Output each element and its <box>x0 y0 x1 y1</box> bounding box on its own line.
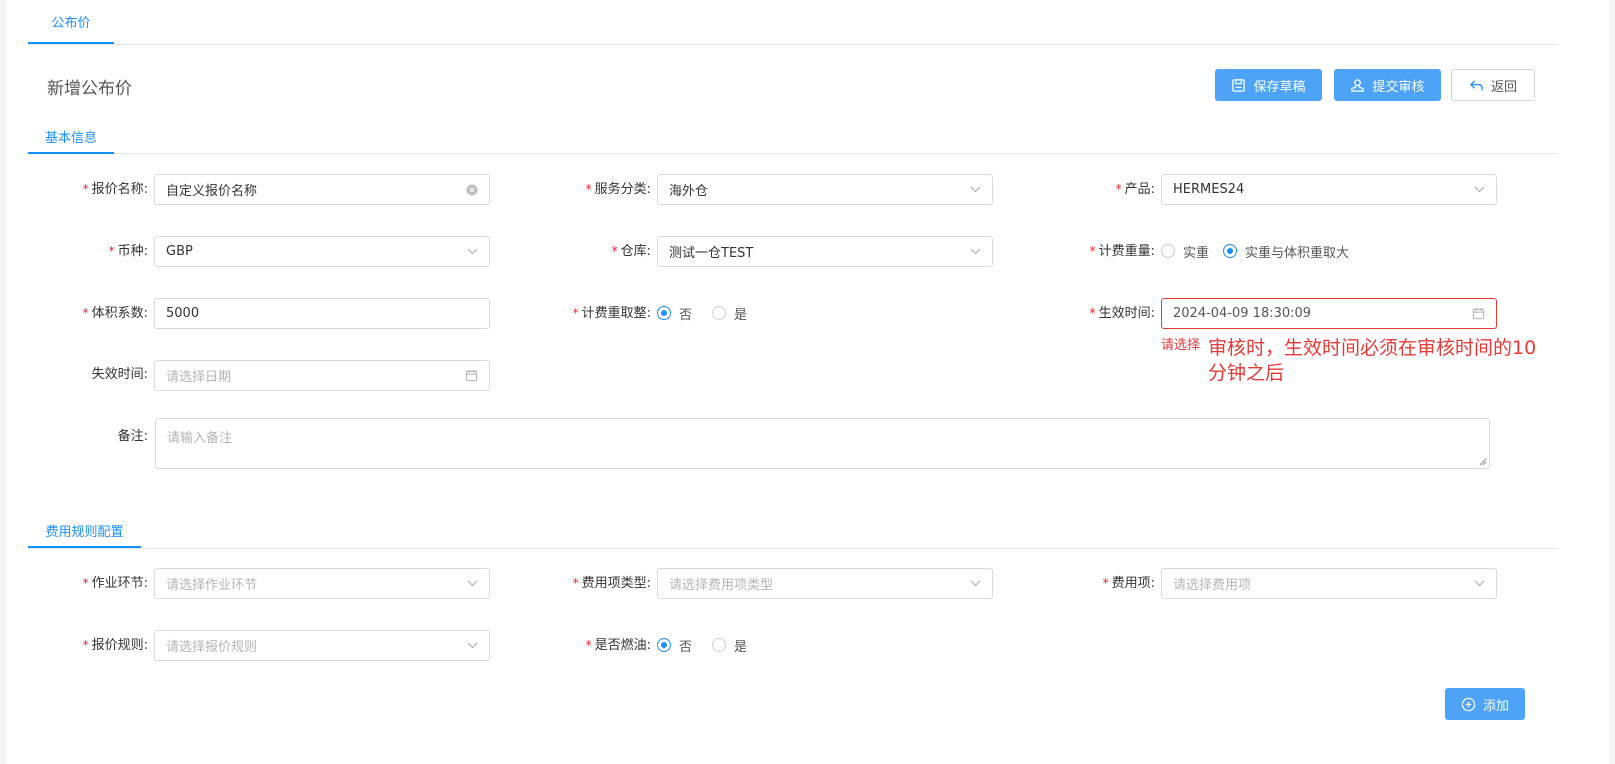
remark-textarea[interactable]: 请输入备注 <box>155 418 1490 469</box>
chevron-down-icon <box>970 580 981 587</box>
left-gutter <box>0 0 6 764</box>
radio-label: 实重 <box>1183 245 1210 261</box>
radio-label: 否 <box>679 639 693 655</box>
fee-item-placeholder: 请选择费用项 <box>1173 578 1252 593</box>
product-value: HERMES24 <box>1173 182 1245 197</box>
chevron-down-icon <box>970 186 981 193</box>
chevron-down-icon <box>467 580 478 587</box>
effective-time-picker[interactable]: 2024-04-09 18:30:09 <box>1161 298 1497 329</box>
service-category-value: 海外仓 <box>669 184 709 199</box>
section-divider <box>28 153 1558 154</box>
back-label: 返回 <box>1490 79 1517 95</box>
operation-step-label: * 作业环节: <box>82 576 148 591</box>
currency-label: * 币种: <box>108 244 148 259</box>
resize-handle-icon[interactable] <box>1479 458 1487 466</box>
submit-review-label: 提交审核 <box>1372 79 1425 95</box>
warehouse-select[interactable]: 测试一仓TEST <box>657 236 993 267</box>
product-label: * 产品: <box>1115 182 1155 197</box>
radio-label: 实重与体积重取大 <box>1245 245 1350 261</box>
tab-publish-price[interactable]: 公布价 <box>28 0 114 44</box>
billing-weight-option-max[interactable]: 实重与体积重取大 <box>1223 242 1349 261</box>
fee-item-select[interactable]: 请选择费用项 <box>1161 568 1497 599</box>
calendar-icon <box>465 369 478 382</box>
product-select[interactable]: HERMES24 <box>1161 174 1497 205</box>
page-title: 新增公布价 <box>47 79 132 99</box>
chevron-down-icon <box>467 642 478 649</box>
billing-weight-radio-group: 实重 实重与体积重取大 <box>1161 236 1349 266</box>
clear-icon[interactable] <box>466 184 478 196</box>
submit-review-button[interactable]: 提交审核 <box>1334 69 1441 101</box>
quote-rule-label: * 报价规则: <box>82 638 148 653</box>
plus-circle-icon <box>1461 697 1476 711</box>
right-gutter <box>1609 0 1615 764</box>
currency-value: GBP <box>166 244 193 259</box>
fuel-option-yes[interactable]: 是 <box>712 636 747 655</box>
radio-circle[interactable] <box>657 638 671 652</box>
expire-time-placeholder: 请选择日期 <box>166 370 232 385</box>
effective-time-error: 请选择 <box>1161 338 1201 353</box>
radio-label: 是 <box>734 307 748 323</box>
warehouse-value: 测试一仓TEST <box>669 246 754 261</box>
service-category-label: * 服务分类: <box>585 182 651 197</box>
tab-bar <box>28 0 1558 45</box>
quote-name-value: 自定义报价名称 <box>166 184 258 199</box>
radio-label: 是 <box>734 639 748 655</box>
operation-step-placeholder: 请选择作业环节 <box>166 578 258 593</box>
radio-label: 否 <box>679 307 693 323</box>
quote-rule-placeholder: 请选择报价规则 <box>166 640 258 655</box>
chevron-down-icon <box>1474 580 1485 587</box>
operation-step-select[interactable]: 请选择作业环节 <box>154 568 490 599</box>
section-divider <box>28 548 1558 549</box>
fuel-radio-group: 否 是 <box>657 630 747 660</box>
fee-item-type-label: * 费用项类型: <box>572 576 651 591</box>
expire-time-picker[interactable]: 请选择日期 <box>154 360 490 391</box>
warehouse-label: * 仓库: <box>611 244 651 259</box>
quote-name-input[interactable]: 自定义报价名称 <box>154 174 490 205</box>
fee-item-type-select[interactable]: 请选择费用项类型 <box>657 568 993 599</box>
fuel-option-no[interactable]: 否 <box>657 636 692 655</box>
radio-circle[interactable] <box>1223 244 1238 258</box>
review-annotation: 审核时，生效时间必须在审核时间的10分钟之后 <box>1208 337 1537 384</box>
back-button[interactable]: 返回 <box>1451 69 1535 101</box>
radio-circle[interactable] <box>712 306 727 320</box>
save-icon <box>1232 78 1246 92</box>
add-label: 添加 <box>1482 698 1509 714</box>
return-icon <box>1469 79 1483 90</box>
billing-weight-label: * 计费重量: <box>1089 244 1155 259</box>
currency-select[interactable]: GBP <box>154 236 490 267</box>
stamp-icon <box>1351 78 1365 92</box>
round-weight-option-yes[interactable]: 是 <box>712 304 747 323</box>
expire-time-label: 失效时间: <box>91 367 148 382</box>
round-weight-option-no[interactable]: 否 <box>657 304 692 323</box>
volume-factor-input[interactable]: 5000 <box>154 298 490 329</box>
volume-factor-value: 5000 <box>166 306 200 321</box>
save-draft-button[interactable]: 保存草稿 <box>1215 69 1322 101</box>
radio-circle[interactable] <box>712 638 727 652</box>
calendar-icon <box>1472 307 1485 320</box>
radio-circle[interactable] <box>1161 244 1175 258</box>
service-category-select[interactable]: 海外仓 <box>657 174 993 205</box>
fee-item-label: * 费用项: <box>1102 576 1155 591</box>
round-weight-label: * 计费重取整: <box>572 306 651 321</box>
remark-label: 备注: <box>117 429 148 444</box>
effective-time-value: 2024-04-09 18:30:09 <box>1173 306 1312 321</box>
section-fee-rules[interactable]: 费用规则配置 <box>28 514 141 548</box>
billing-weight-option-actual[interactable]: 实重 <box>1161 242 1209 261</box>
radio-circle[interactable] <box>657 306 671 320</box>
fee-item-type-placeholder: 请选择费用项类型 <box>669 578 774 593</box>
quote-rule-select[interactable]: 请选择报价规则 <box>154 630 490 661</box>
round-weight-radio-group: 否 是 <box>657 298 747 328</box>
quote-name-label: * 报价名称: <box>82 182 148 197</box>
save-draft-label: 保存草稿 <box>1253 79 1306 95</box>
volume-factor-label: * 体积系数: <box>82 306 148 321</box>
chevron-down-icon <box>1474 186 1485 193</box>
remark-placeholder: 请输入备注 <box>167 431 233 446</box>
section-basic-info[interactable]: 基本信息 <box>28 120 114 154</box>
fuel-label: * 是否燃油: <box>585 638 651 653</box>
chevron-down-icon <box>467 248 478 255</box>
effective-time-label: * 生效时间: <box>1089 306 1155 321</box>
chevron-down-icon <box>970 248 981 255</box>
add-button[interactable]: 添加 <box>1445 688 1525 720</box>
